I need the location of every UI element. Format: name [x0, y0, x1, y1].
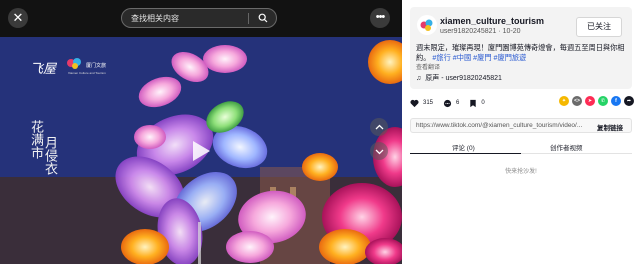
- author-meta: user91820245821 · 10-20: [440, 28, 521, 35]
- hashtag[interactable]: #旅行: [432, 53, 450, 62]
- detail-panel: xiamen_culture_tourism user91820245821 ·…: [402, 0, 640, 264]
- calligraphy-left: 花满市: [28, 120, 43, 159]
- video-logo: 飞屋: [30, 62, 57, 77]
- close-icon: ✕: [12, 10, 24, 25]
- previous-video-button[interactable]: [370, 118, 388, 136]
- chevron-down-icon: [375, 149, 383, 154]
- app-root: ✕ 查找相关内容 ••• 飞屋 厦门文旅 Xiamen Culture and …: [0, 0, 640, 264]
- close-button[interactable]: ✕: [8, 8, 28, 28]
- author-username[interactable]: xiamen_culture_tourism: [440, 16, 544, 26]
- active-tab-indicator: [410, 152, 521, 154]
- search-bar[interactable]: 查找相关内容: [121, 8, 277, 28]
- comment-count: 6: [456, 100, 460, 106]
- more-options-button[interactable]: •••: [370, 8, 390, 28]
- next-video-button[interactable]: [370, 142, 388, 160]
- chevron-up-icon: [375, 124, 383, 129]
- send-icon[interactable]: ➤: [585, 96, 595, 106]
- like-count: 315: [423, 100, 434, 106]
- more-icon: •••: [375, 11, 386, 23]
- share-arrow-icon[interactable]: ➦: [624, 96, 634, 106]
- empty-comments-text: 快来抢沙发!: [505, 169, 537, 175]
- search-divider: [248, 12, 249, 24]
- play-icon: [193, 141, 210, 161]
- follow-button[interactable]: 已关注: [576, 17, 622, 37]
- bookmark-icon: [470, 99, 477, 107]
- facebook-icon[interactable]: f: [611, 96, 621, 106]
- repost-icon[interactable]: ✦: [559, 96, 569, 106]
- post-card: xiamen_culture_tourism user91820245821 ·…: [410, 7, 632, 89]
- post-description: 週末限定，璀璨再現！廈門園博苑傳奇燈會，每週五至周日與你相約。 #旅行 #中國 …: [416, 43, 628, 63]
- share-icons: ✦ <> ➤ ✆ f ➦: [559, 96, 634, 106]
- tourism-logo-subtitle: Xiamen Culture and Tourism: [68, 71, 106, 75]
- share-link-box: https://www.tiktok.com/@xiamen_culture_t…: [410, 118, 632, 133]
- play-button[interactable]: [187, 138, 213, 169]
- sound-label: 原声 - user91820245821: [425, 75, 502, 82]
- hashtag[interactable]: #廈門: [473, 53, 491, 62]
- music-note-icon: ♫: [416, 74, 422, 82]
- hashtag[interactable]: #廈門旅遊: [494, 53, 527, 62]
- like-button[interactable]: 315: [410, 99, 433, 108]
- tab-creator-videos[interactable]: 创作者视频: [550, 142, 583, 152]
- hashtag[interactable]: #中國: [453, 53, 471, 62]
- heart-icon: [410, 99, 419, 107]
- share-url[interactable]: https://www.tiktok.com/@xiamen_culture_t…: [416, 122, 586, 129]
- save-count: 0: [481, 100, 485, 106]
- calligraphy-right: 月侵衣: [42, 136, 57, 175]
- tab-bar: 评论 (0) 创作者视频: [410, 140, 632, 154]
- search-icon[interactable]: [254, 9, 272, 27]
- search-input[interactable]: 查找相关内容: [122, 13, 248, 24]
- comment-icon: [443, 99, 452, 107]
- comment-button[interactable]: 6: [443, 99, 459, 108]
- tourism-logo-name: 厦门文旅: [86, 63, 107, 69]
- tab-comments[interactable]: 评论 (0): [452, 142, 475, 152]
- sound-link[interactable]: ♫ 原声 - user91820245821: [416, 73, 502, 83]
- save-button[interactable]: 0: [469, 99, 485, 108]
- translate-link[interactable]: 查看翻译: [416, 62, 440, 71]
- video-player[interactable]: ✕ 查找相关内容 ••• 飞屋 厦门文旅 Xiamen Culture and …: [0, 0, 402, 264]
- embed-icon[interactable]: <>: [572, 96, 582, 106]
- avatar[interactable]: [417, 15, 437, 35]
- copy-link-button[interactable]: 复制链接: [597, 122, 623, 132]
- whatsapp-icon[interactable]: ✆: [598, 96, 608, 106]
- tourism-logo-icon: [67, 58, 81, 69]
